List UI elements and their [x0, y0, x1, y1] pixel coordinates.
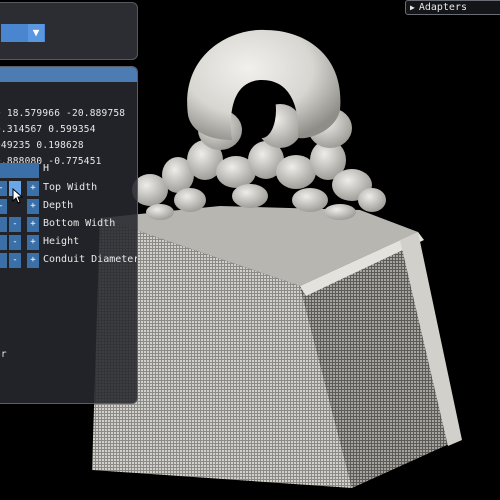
param-label-bottom-width: Bottom Width [43, 218, 116, 229]
decrement-button[interactable]: - [9, 217, 21, 232]
parameters-panel: 0 18.579966 -20.889758 0.314567 0.599354… [0, 66, 138, 404]
decrement-button[interactable] [0, 235, 7, 250]
mouse-cursor-icon [12, 188, 24, 204]
decrement-button[interactable] [0, 253, 7, 268]
decrement-button[interactable]: - [9, 253, 21, 268]
param-label-height: Height [43, 236, 80, 247]
increment-button[interactable]: + [27, 217, 39, 232]
truncated-line-2: n [0, 365, 1, 376]
param-label-top-width: Top Width [43, 182, 98, 193]
model-torus [187, 29, 341, 140]
adapters-header[interactable]: ▶ Adapters [405, 0, 500, 15]
param-row-conduit-diameter: - + Conduit Diameter [0, 253, 138, 269]
param-row-height: - + Height [0, 235, 137, 251]
section-label-h: H [43, 163, 50, 174]
increment-button[interactable]: + [27, 253, 39, 268]
increment-button[interactable]: + [27, 199, 39, 214]
param-label-depth: Depth [43, 200, 74, 211]
expand-triangle-icon: ▶ [410, 3, 415, 12]
printed-model [92, 29, 462, 488]
matrix-line-1: 0 18.579966 -20.889758 [0, 108, 126, 119]
top-settings-panel: ▼ [0, 2, 138, 60]
increment-button[interactable]: + [27, 181, 39, 196]
decrement-button[interactable] [0, 217, 7, 232]
param-row-bottom-width: - + Bottom Width [0, 217, 137, 233]
param-label-conduit-diameter: Conduit Diameter [43, 254, 138, 265]
increment-button[interactable]: + [27, 235, 39, 250]
param-row-h: H [0, 163, 137, 179]
decrement-button[interactable]: - [0, 199, 7, 214]
truncated-line-1: or [0, 349, 7, 360]
decrement-button[interactable]: - [9, 235, 21, 250]
panel-titlebar[interactable] [0, 67, 137, 82]
matrix-line-3: 949235 0.198628 [0, 140, 84, 151]
adapters-label: Adapters [418, 2, 467, 13]
decrement-button[interactable]: - [0, 181, 7, 196]
chevron-down-icon[interactable]: ▼ [28, 24, 44, 42]
h-slider[interactable] [0, 163, 39, 178]
matrix-line-2: 0.314567 0.599354 [0, 124, 96, 135]
